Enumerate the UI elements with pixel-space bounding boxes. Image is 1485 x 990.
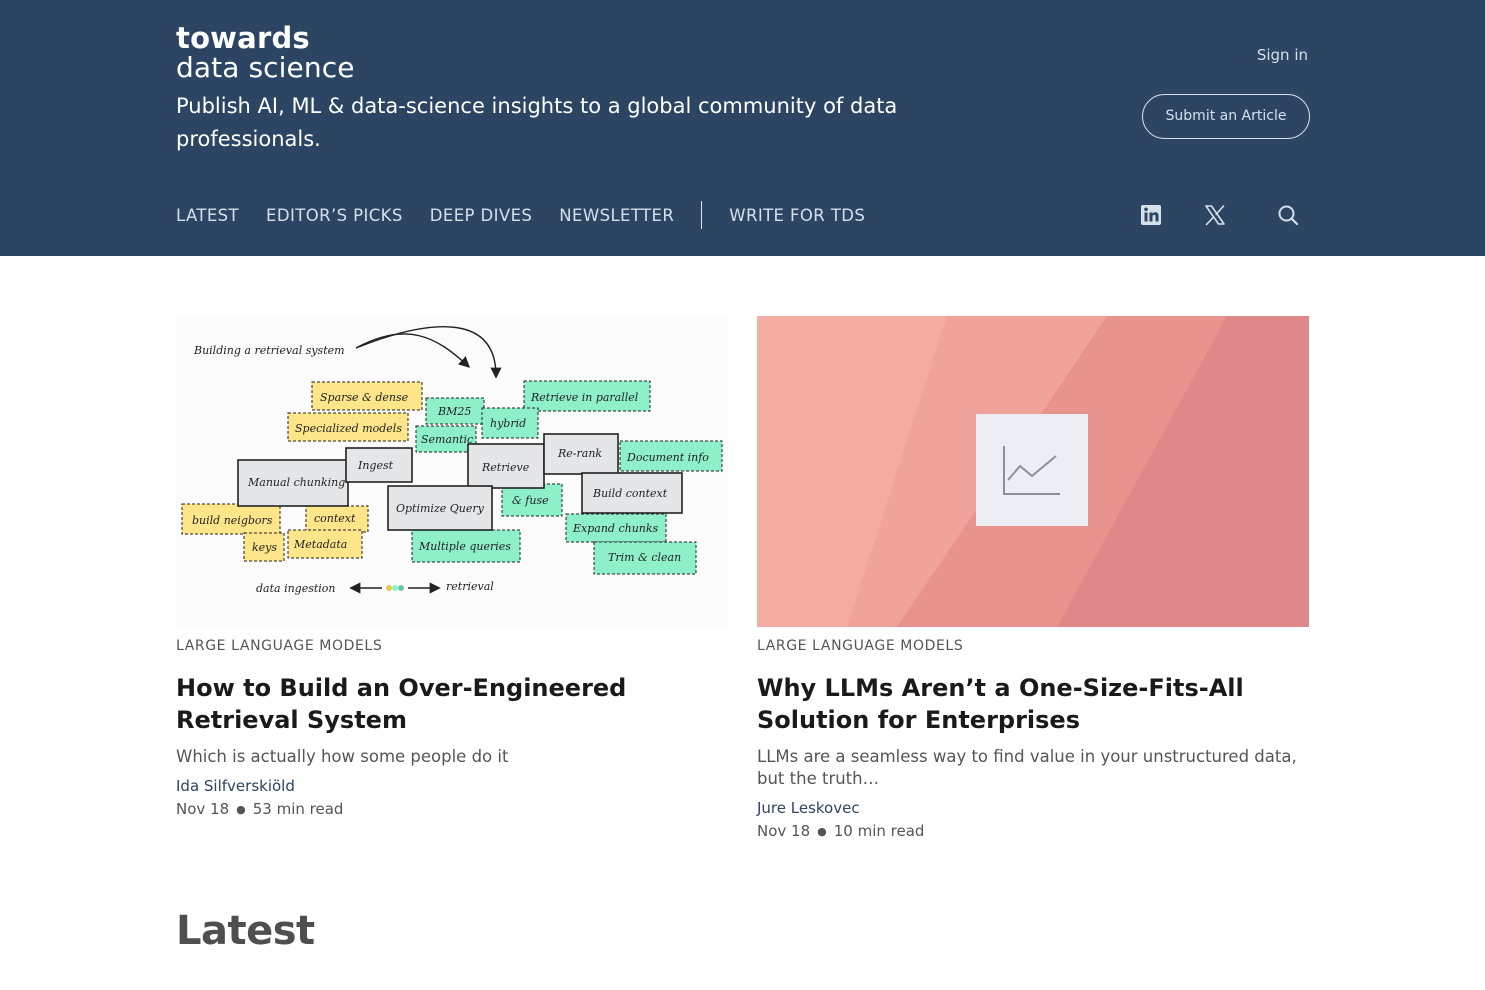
logo-line1: towards bbox=[176, 21, 310, 55]
publish-date: Nov 18 bbox=[176, 800, 230, 818]
separator-dot: ● bbox=[236, 802, 246, 816]
author-link[interactable]: Jure Leskovec bbox=[757, 798, 1309, 818]
diagram-label: Specialized models bbox=[295, 422, 402, 435]
diagram-label: Retrieve in parallel bbox=[530, 391, 639, 404]
diagram-label: Re-rank bbox=[557, 447, 602, 460]
nav-divider bbox=[701, 201, 703, 229]
nav-latest[interactable]: LATEST bbox=[176, 206, 239, 225]
diagram-label: data ingestion bbox=[256, 582, 336, 595]
diagram-label: build neigbors bbox=[192, 514, 273, 527]
article-thumbnail[interactable] bbox=[757, 316, 1309, 627]
nav-newsletter[interactable]: NEWSLETTER bbox=[559, 206, 674, 225]
article-thumbnail[interactable]: Building a retrieval system Sparse & den… bbox=[176, 316, 728, 627]
sign-in-link[interactable]: Sign in bbox=[1257, 46, 1308, 64]
diagram-label: & fuse bbox=[512, 494, 549, 507]
nav-editors-picks[interactable]: EDITOR’S PICKS bbox=[266, 206, 403, 225]
diagram-heading: Building a retrieval system bbox=[193, 344, 345, 357]
diagram-label: Ingest bbox=[357, 459, 394, 472]
diagram-label: retrieval bbox=[446, 580, 494, 593]
read-time: 10 min read bbox=[833, 822, 925, 840]
linkedin-icon[interactable] bbox=[1138, 201, 1164, 229]
article-meta: Nov 18 ● 53 min read bbox=[176, 799, 728, 819]
diagram-label: Build context bbox=[592, 487, 668, 500]
diagram-label: Retrieve bbox=[481, 461, 530, 474]
diagram-label: BM25 bbox=[437, 405, 471, 418]
site-tagline: Publish AI, ML & data-science insights t… bbox=[176, 94, 898, 151]
diagram-label: Semantic bbox=[421, 433, 473, 446]
logo-line2: data science bbox=[176, 51, 355, 84]
article-title[interactable]: How to Build an Over-Engineered Retrieva… bbox=[176, 672, 728, 736]
article-subtitle: LLMs are a seamless way to find value in… bbox=[757, 747, 1297, 788]
placeholder-image bbox=[757, 316, 1309, 627]
site-logo[interactable]: towards data science bbox=[176, 24, 355, 82]
diagram-label: Optimize Query bbox=[396, 502, 485, 515]
article-category[interactable]: LARGE LANGUAGE MODELS bbox=[176, 638, 728, 656]
latest-section-heading: Latest bbox=[176, 908, 315, 954]
diagram-label: Sparse & dense bbox=[320, 391, 409, 404]
diagram-label: Document info bbox=[626, 451, 709, 464]
read-time: 53 min read bbox=[252, 800, 344, 818]
separator-dot: ● bbox=[817, 824, 827, 838]
featured-article-card[interactable]: LARGE LANGUAGE MODELS Why LLMs Aren’t a … bbox=[757, 316, 1309, 841]
diagram-label: context bbox=[314, 512, 356, 525]
article-title[interactable]: Why LLMs Aren’t a One-Size-Fits-All Solu… bbox=[757, 672, 1309, 736]
author-link[interactable]: Ida Silfverskiöld bbox=[176, 776, 728, 796]
nav-deep-dives[interactable]: DEEP DIVES bbox=[430, 206, 533, 225]
diagram-label: Expand chunks bbox=[572, 522, 659, 535]
diagram-label: Trim & clean bbox=[608, 551, 681, 564]
diagram-label: Metadata bbox=[293, 538, 347, 551]
diagram-label: Multiple queries bbox=[418, 540, 511, 553]
search-icon[interactable] bbox=[1275, 201, 1301, 229]
diagram-label: Manual chunking bbox=[247, 476, 345, 489]
diagram-label: hybrid bbox=[490, 417, 526, 430]
publish-date: Nov 18 bbox=[757, 822, 811, 840]
article-category[interactable]: LARGE LANGUAGE MODELS bbox=[757, 638, 1309, 656]
site-header: towards data science Publish AI, ML & da… bbox=[0, 0, 1485, 256]
main-nav: LATEST EDITOR’S PICKS DEEP DIVES NEWSLET… bbox=[176, 200, 892, 230]
x-icon[interactable] bbox=[1202, 201, 1228, 229]
article-subtitle: Which is actually how some people do it bbox=[176, 747, 509, 766]
retrieval-diagram: Building a retrieval system Sparse & den… bbox=[181, 326, 723, 595]
diagram-label: keys bbox=[252, 541, 277, 554]
nav-write-for-tds[interactable]: WRITE FOR TDS bbox=[729, 206, 865, 225]
submit-article-button[interactable]: Submit an Article bbox=[1142, 94, 1310, 139]
article-meta: Nov 18 ● 10 min read bbox=[757, 821, 1309, 841]
featured-article-card[interactable]: Building a retrieval system Sparse & den… bbox=[176, 316, 728, 819]
